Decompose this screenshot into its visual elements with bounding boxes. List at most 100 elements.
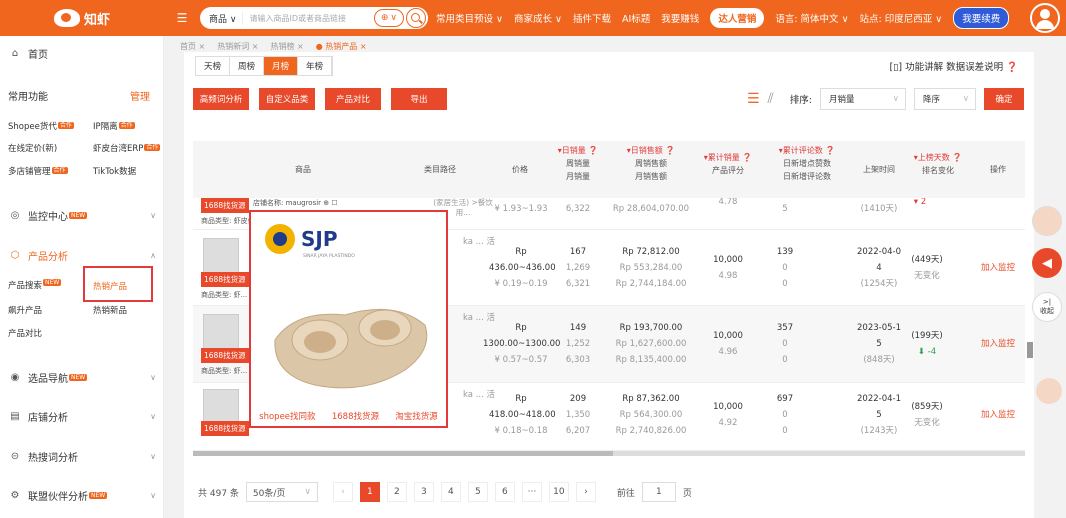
find-source-tag[interactable]: 1688找货源 [201,348,249,363]
sort-field-select[interactable]: 月销量 ∨ [820,88,906,110]
horizontal-scrollbar[interactable] [193,451,1025,456]
nav-earn-money[interactable]: 我要赚钱 [661,11,699,25]
col-reviews[interactable]: ▾累计评论数 ❓ 日新增点赞数 日新增评论数 [765,144,849,183]
page-5[interactable]: 5 [467,482,488,502]
tab-hot-products[interactable]: ● 热销产品 × [316,41,367,52]
custom-category-button[interactable]: 自定义品类 [259,88,315,110]
user-avatar[interactable] [1030,3,1060,33]
page-3[interactable]: 3 [413,482,434,502]
sidebar-item-online-pricing[interactable]: 在线定价(新) [8,142,57,154]
menu-toggle-icon[interactable]: ☰ [172,11,192,25]
listed-date-day: 4 [876,263,882,273]
taobao-source-link[interactable]: 淘宝找货源 [395,410,438,422]
listed-days: (848天) [863,355,895,365]
page-ellipsis[interactable]: ··· [521,482,542,502]
page-6[interactable]: 6 [494,482,515,502]
search-option-button[interactable]: ⊕ ∨ [373,9,404,27]
sun-logo-icon [265,224,295,254]
col-product: 商品 [295,165,311,174]
col-rank-days[interactable]: ▾上榜天数 ❓ 排名变化 [905,151,971,177]
find-source-tag[interactable]: 1688找货源 [201,421,249,436]
vertical-scrollbar[interactable] [1027,342,1033,358]
chevron-up-icon: ∧ [150,251,156,260]
col-revenue[interactable]: ▾日销售额 ❓ 周销售额 月销售额 [611,144,691,183]
page-size-select[interactable]: 50条/页 ∨ [245,482,318,502]
handshake-icon: ⚙ [10,490,20,501]
chat-assistant-avatar[interactable] [1036,378,1062,404]
goto-label: 前往 [616,488,635,499]
sidebar-item-affiliate[interactable]: ⚙ 联盟伙伴分析 NEW ∨ [0,488,164,503]
total-sales: 10,000 [713,402,743,412]
search-icon[interactable] [406,8,426,28]
chart-view-icon[interactable]: ⫽ [768,91,774,107]
compare-button[interactable]: 产品对比 [325,88,381,110]
add-monitor-button[interactable]: 加入监控 [973,407,1023,423]
renew-button[interactable]: 我要续费 [953,7,1010,29]
source-1688-link[interactable]: 1688找货源 [332,410,379,422]
nav-plugin-download[interactable]: 插件下载 [573,11,611,25]
nav-category-preset[interactable]: 常用类目预设 ∨ [436,11,503,25]
product-image[interactable] [203,314,239,350]
sidebar-item-multi-shop[interactable]: 多店铺管理 合作 [8,165,68,177]
site-select[interactable]: 站点: 印度尼西亚 ∨ [860,11,943,25]
search-type-select[interactable]: 商品 ∨ [200,11,244,25]
sidebar-item-monitor[interactable]: ◎ 监控中心 NEW ∨ [0,208,164,223]
list-view-icon[interactable]: ☰ [747,91,760,107]
tab-hot-words[interactable]: 热销新词 × [217,41,258,52]
sidebar-item-product-analysis[interactable]: ⬡ 产品分析 ∧ [0,248,164,263]
page-4[interactable]: 4 [440,482,461,502]
daily-revenue: Rp 87,362.00 [622,394,680,404]
sidebar-item-shop-analysis[interactable]: ▤ 店铺分析 ∨ [0,409,164,424]
help-links[interactable]: [▯] 功能讲解 数据误差说明 ❓ [889,59,1018,73]
weekly-sales: 1,252 [565,339,591,349]
next-page-icon[interactable]: › [575,482,596,502]
add-monitor-button[interactable]: 加入监控 [973,336,1023,352]
sort-confirm-button[interactable]: 确定 [984,88,1024,110]
sidebar-item-new-hot-products[interactable]: 热销新品 [93,304,127,316]
logo[interactable]: 知虾 [0,0,164,36]
period-week[interactable]: 周榜 [230,57,265,75]
find-source-tag[interactable]: 1688找货源 [201,198,249,213]
product-image[interactable] [203,238,239,274]
nav-ai-title[interactable]: AI标题 [622,11,650,25]
col-sales[interactable]: ▾日销量 ❓ 周销量 月销量 [543,144,613,183]
add-monitor-button[interactable]: 加入监控 [973,260,1023,276]
manage-link[interactable]: 管理 [130,88,150,103]
shopee-same-link[interactable]: shopee找同款 [259,410,315,422]
collapse-button[interactable]: >| 收起 [1032,292,1062,322]
sidebar-item-tw-erp[interactable]: 虾皮台湾ERP 合作 [93,142,161,154]
prev-page-icon[interactable]: ‹ [332,482,353,502]
nav-merchant-growth[interactable]: 商家成长 ∨ [514,11,562,25]
sidebar-item-tiktok[interactable]: TikTok数据 [93,165,136,177]
sidebar-item-rising-products[interactable]: 飙升产品 [8,304,42,316]
page-2[interactable]: 2 [386,482,407,502]
tab-hot-list[interactable]: 热销榜 × [271,41,304,52]
sidebar-item-nav-guide[interactable]: ◉ 选品导航 NEW ∨ [0,370,164,385]
speaker-icon[interactable]: ◀ [1032,248,1062,278]
export-button[interactable]: 导出 [391,88,447,110]
find-source-tag[interactable]: 1688找货源 [201,272,249,287]
page-10[interactable]: 10 [548,482,569,502]
period-day[interactable]: 天榜 [196,57,231,75]
search-input[interactable]: 请输入商品ID或者商品链接 [243,13,373,24]
product-image[interactable] [203,389,239,425]
sort-order-select[interactable]: 降序 ∨ [914,88,976,110]
sidebar-item-product-search[interactable]: 产品搜索 NEW [8,279,62,291]
sidebar-item-product-compare[interactable]: 产品对比 [8,327,42,339]
goto-page-input[interactable]: 1 [641,482,676,502]
scrollbar-thumb[interactable] [193,451,613,456]
assistant-avatar[interactable] [1032,206,1062,236]
influencer-button[interactable]: 达人营销 [710,8,765,28]
sidebar-item-ip-isolation[interactable]: IP隔离 合作 [93,120,135,132]
tab-home[interactable]: 首页 × [180,41,205,52]
sidebar-item-shopee-forwarder[interactable]: Shopee货代 合作 [8,120,74,132]
new-reviews: 0 [782,355,788,365]
period-month[interactable]: 月榜 [264,57,299,75]
page-1[interactable]: 1 [359,482,380,502]
keyword-analysis-button[interactable]: 高频词分析 [193,88,249,110]
period-year[interactable]: 年榜 [298,57,333,75]
col-total-sales[interactable]: ▾累计销量 ❓ 产品评分 [693,151,763,177]
language-select[interactable]: 语言: 简体中文 ∨ [775,11,848,25]
sidebar-item-home[interactable]: ⌂ 首页 [0,46,164,61]
sidebar-item-hotword[interactable]: ⊝ 热搜词分析 ∨ [0,449,164,464]
